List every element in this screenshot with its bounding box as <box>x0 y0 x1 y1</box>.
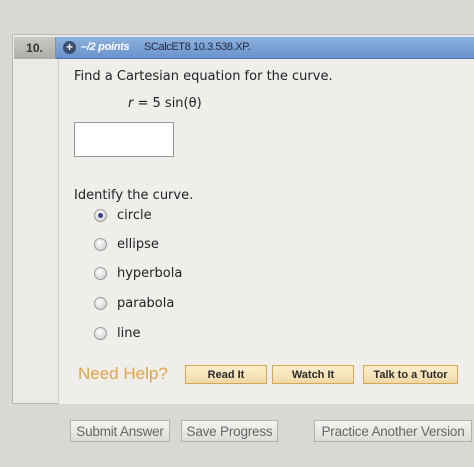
need-help-label: Need Help? <box>78 364 168 383</box>
expand-plus-icon[interactable]: + <box>63 41 76 54</box>
save-progress-button[interactable]: Save Progress <box>181 420 278 442</box>
option-parabola[interactable]: parabola <box>94 295 174 311</box>
option-hyperbola[interactable]: hyperbola <box>94 265 182 281</box>
radio-line[interactable] <box>94 326 107 340</box>
option-line[interactable]: line <box>94 325 140 341</box>
identify-curve-label: Identify the curve. <box>74 188 194 203</box>
option-circle[interactable]: circle <box>94 207 152 223</box>
radio-hyperbola[interactable] <box>94 266 107 280</box>
cartesian-equation-input[interactable] <box>74 122 174 157</box>
radio-circle[interactable] <box>94 208 107 222</box>
talk-to-tutor-button[interactable]: Talk to a Tutor <box>363 365 458 384</box>
option-label: ellipse <box>117 236 159 252</box>
radio-ellipse[interactable] <box>94 237 107 251</box>
read-it-button[interactable]: Read It <box>185 365 267 384</box>
question-body <box>58 59 474 404</box>
radio-parabola[interactable] <box>94 296 107 310</box>
option-label: hyperbola <box>117 265 183 281</box>
equation-expression: = 5 sin(θ) <box>133 96 202 111</box>
question-source: SCalcET8 10.3.538.XP. <box>144 41 251 53</box>
question-prompt: Find a Cartesian equation for the curve. <box>74 69 333 84</box>
option-label: circle <box>117 207 152 223</box>
practice-another-version-button[interactable]: Practice Another Version <box>314 420 472 442</box>
option-label: parabola <box>117 295 175 311</box>
option-ellipse[interactable]: ellipse <box>94 236 159 252</box>
question-points: –/2 points <box>81 41 130 53</box>
option-label: line <box>117 325 141 341</box>
watch-it-button[interactable]: Watch It <box>272 365 354 384</box>
submit-answer-button[interactable]: Submit Answer <box>70 420 170 442</box>
curve-equation: r = 5 sin(θ) <box>128 96 202 111</box>
question-number: 10. <box>14 37 56 59</box>
